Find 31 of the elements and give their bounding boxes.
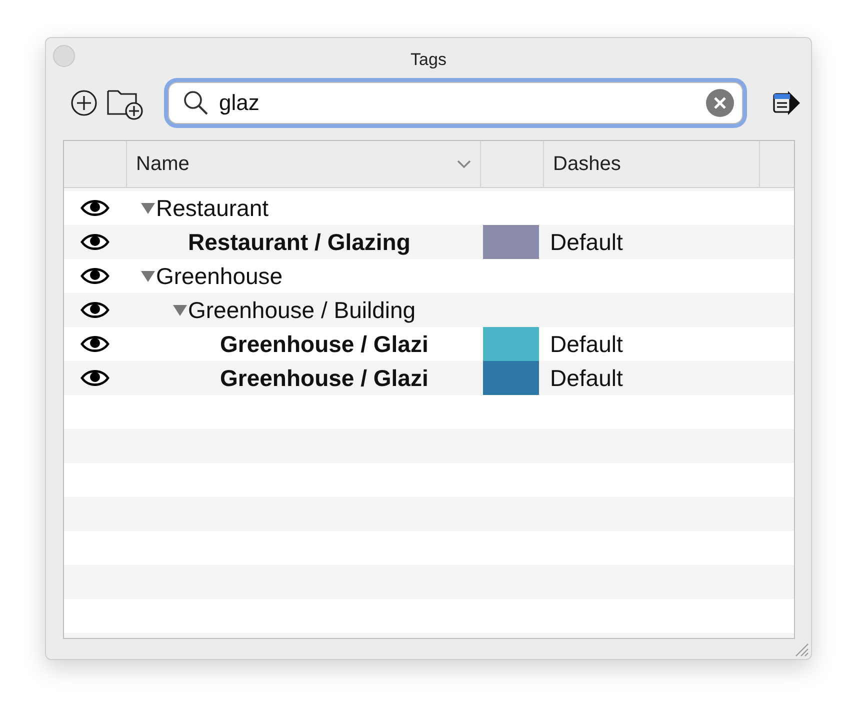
color-swatch[interactable] [483, 225, 539, 259]
tag-name: Greenhouse / Glazi [219, 364, 428, 392]
search-icon [183, 90, 209, 116]
dash-style: Default [550, 364, 623, 392]
export-icon[interactable] [771, 88, 801, 118]
eye-icon[interactable] [80, 368, 110, 388]
column-header[interactable]: Name [136, 152, 190, 176]
color-swatch[interactable] [483, 361, 539, 395]
column-header[interactable]: Dashes [553, 152, 621, 176]
tag-name: Greenhouse / Glazi [219, 330, 428, 358]
expanded-triangle-icon[interactable] [172, 303, 188, 317]
resize-grip-icon[interactable] [793, 641, 809, 657]
eye-icon[interactable] [80, 334, 110, 354]
search-input[interactable]: glaz [219, 90, 696, 116]
dash-style: Default [550, 228, 623, 256]
expanded-triangle-icon[interactable] [140, 269, 156, 283]
window-title: Tags [410, 50, 446, 70]
dash-style: Default [550, 330, 623, 358]
eye-icon[interactable] [80, 300, 110, 320]
clear-icon[interactable] [706, 89, 734, 117]
color-swatch[interactable] [483, 327, 539, 361]
add-icon[interactable] [70, 89, 98, 117]
eye-icon[interactable] [80, 266, 110, 286]
expanded-triangle-icon[interactable] [140, 201, 156, 215]
eye-icon[interactable] [80, 232, 110, 252]
tag-name: Restaurant [156, 194, 269, 222]
tag-name: Restaurant / Glazing [187, 228, 410, 256]
chevron-down-icon[interactable] [456, 159, 472, 169]
eye-icon[interactable] [80, 198, 110, 218]
tag-name: Greenhouse [156, 262, 283, 290]
tag-name: Greenhouse / Building [188, 296, 416, 324]
